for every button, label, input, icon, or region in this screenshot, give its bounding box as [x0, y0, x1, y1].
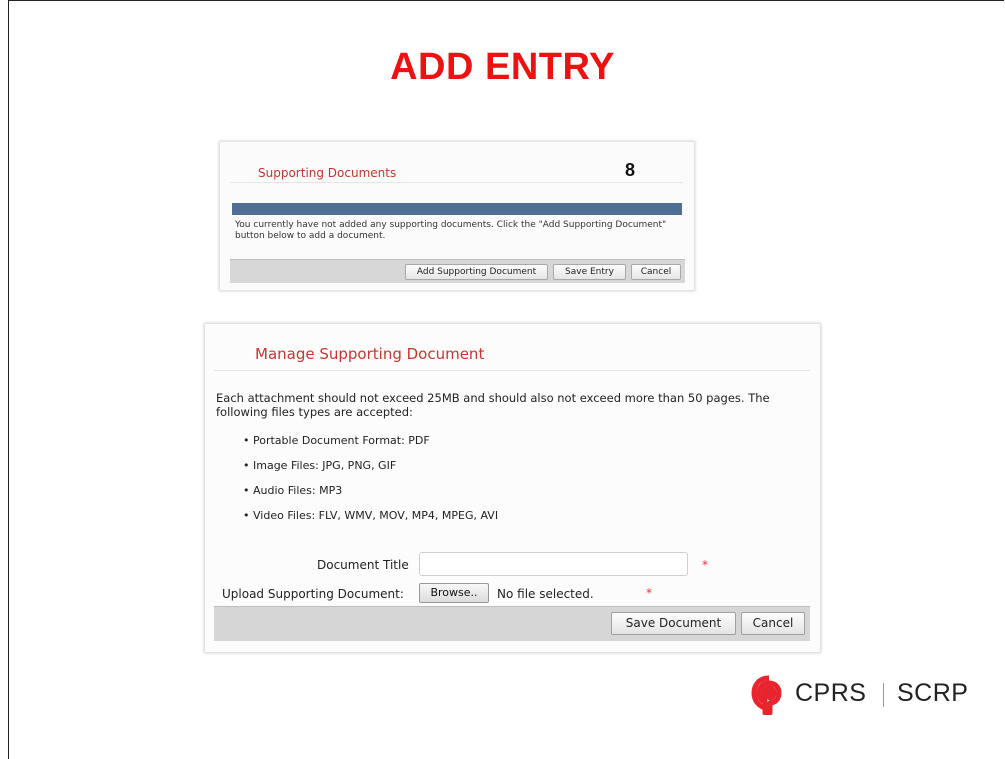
supporting-documents-footer: Add Supporting Document Save Entry Cance… — [230, 259, 685, 283]
logo-divider — [883, 683, 884, 707]
manage-supporting-document-panel: Manage Supporting Document Each attachme… — [204, 323, 821, 653]
supporting-documents-title: Supporting Documents — [258, 166, 397, 180]
save-document-button[interactable]: Save Document — [611, 612, 736, 635]
file-type-pdf: Portable Document Format: PDF — [253, 434, 430, 447]
cancel-document-button[interactable]: Cancel — [741, 612, 805, 635]
file-type-video: Video Files: FLV, WMV, MOV, MP4, MPEG, A… — [253, 509, 499, 522]
document-title-label: Document Title — [317, 558, 409, 572]
logo-text-fr: SCRP — [897, 679, 969, 707]
file-type-audio: Audio Files: MP3 — [253, 484, 343, 497]
title-divider — [214, 370, 810, 371]
add-supporting-document-button[interactable]: Add Supporting Document — [405, 264, 548, 280]
bullet-icon: • — [243, 459, 250, 472]
supporting-documents-header: Supporting Documents 8 — [230, 152, 683, 183]
list-item: • Image Files: JPG, PNG, GIF — [243, 459, 498, 484]
manage-document-footer: Save Document Cancel — [214, 606, 810, 641]
upload-document-label: Upload Supporting Document: — [222, 587, 404, 601]
document-title-required-marker: * — [702, 558, 708, 572]
file-status-text: No file selected. — [497, 587, 594, 601]
bullet-icon: • — [243, 484, 250, 497]
section-bar — [232, 203, 682, 215]
file-type-image: Image Files: JPG, PNG, GIF — [253, 459, 397, 472]
save-entry-button[interactable]: Save Entry — [553, 264, 626, 280]
bullet-icon: • — [243, 509, 250, 522]
no-documents-message: You currently have not added any support… — [235, 220, 667, 241]
upload-required-marker: * — [646, 586, 652, 600]
step-number: 8 — [625, 160, 636, 180]
list-item: • Portable Document Format: PDF — [243, 434, 498, 459]
logo-text-en: CPRS — [795, 679, 867, 707]
accepted-file-types-list: • Portable Document Format: PDF • Image Fi… — [243, 434, 498, 534]
manage-document-title: Manage Supporting Document — [255, 345, 485, 363]
list-item: • Audio Files: MP3 — [243, 484, 498, 509]
attachment-requirements: Each attachment should not exceed 25MB a… — [216, 391, 770, 419]
slide-title: ADD ENTRY — [390, 46, 615, 88]
list-item: • Video Files: FLV, WMV, MOV, MP4, MPEG, … — [243, 509, 498, 534]
browse-button[interactable]: Browse.. — [419, 583, 489, 603]
bullet-icon: • — [243, 434, 250, 447]
cancel-entry-button[interactable]: Cancel — [631, 264, 681, 280]
document-title-input[interactable] — [419, 552, 688, 576]
cprs-logo-mark-icon — [751, 675, 782, 715]
supporting-documents-panel: Supporting Documents 8 You currently hav… — [219, 141, 695, 291]
